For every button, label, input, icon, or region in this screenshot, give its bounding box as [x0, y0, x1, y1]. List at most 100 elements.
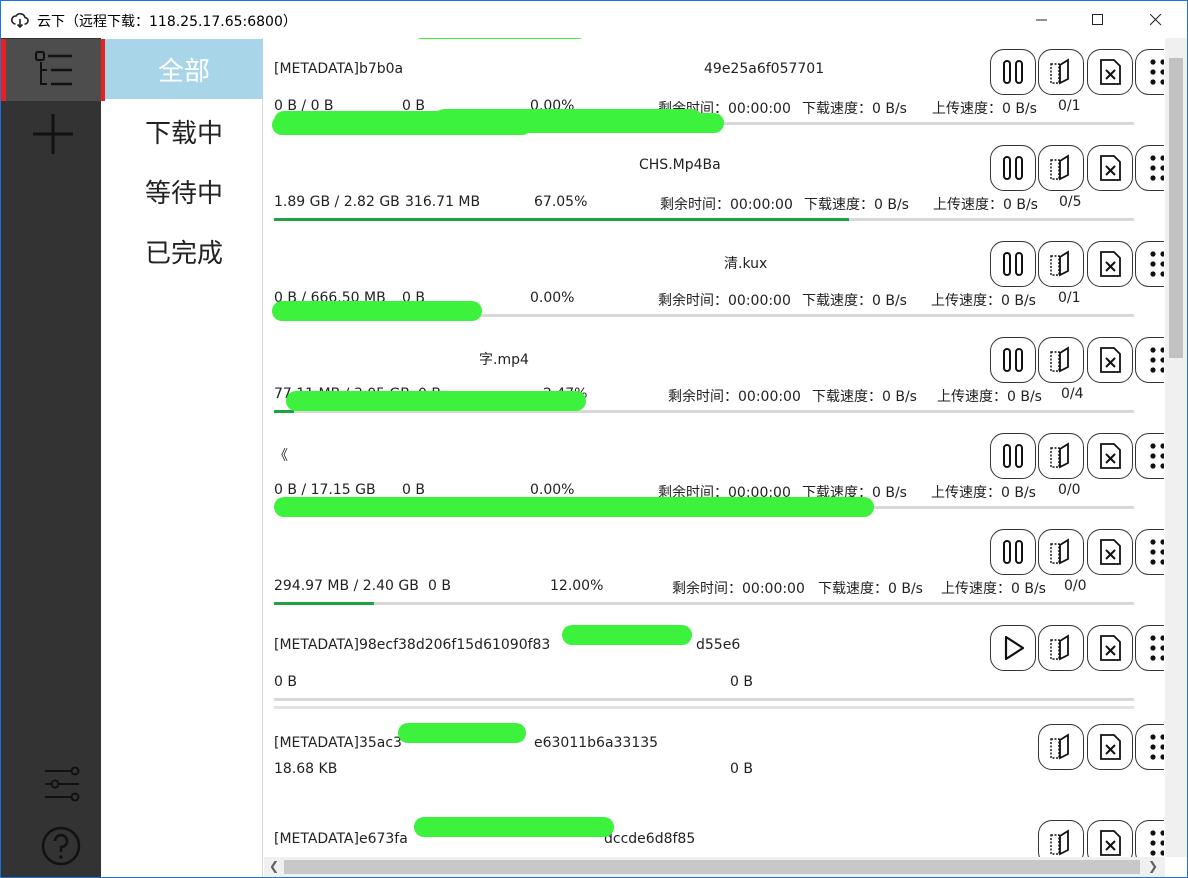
nav-completed[interactable]: 已完成 — [105, 221, 263, 281]
maximize-button[interactable] — [1075, 1, 1121, 38]
task-row[interactable]: [METADATA]35ac3 e63011b6a33135 18.68 KB 0 B — [264, 706, 1164, 814]
more-icon — [1150, 59, 1164, 85]
more-button[interactable] — [1135, 145, 1164, 191]
pause-button[interactable] — [990, 337, 1036, 383]
files-button[interactable] — [1038, 145, 1084, 191]
redaction-mark — [412, 38, 588, 39]
pause-button[interactable] — [990, 49, 1036, 95]
nav-waiting[interactable]: 等待中 — [105, 161, 263, 221]
pause-button[interactable] — [990, 433, 1036, 479]
close-button[interactable] — [1133, 1, 1179, 38]
task-speed: 0 B — [402, 482, 425, 498]
delete-button[interactable] — [1087, 625, 1133, 671]
minimize-button[interactable] — [1019, 1, 1065, 38]
redaction-mark — [274, 111, 524, 131]
help-button[interactable] — [39, 824, 83, 868]
nav-all[interactable]: 全部 — [105, 39, 263, 99]
files-button[interactable] — [1038, 337, 1084, 383]
redaction-mark — [398, 723, 526, 743]
task-row[interactable]: [METADATA]98ecf38d206f15d61090f83 d55e6 0 … — [264, 614, 1164, 710]
more-button[interactable] — [1135, 625, 1164, 671]
close-icon — [1150, 13, 1162, 25]
files-button[interactable] — [1038, 49, 1084, 95]
add-task-button[interactable] — [29, 110, 77, 158]
settings-button[interactable] — [39, 762, 83, 806]
scroll-left-arrow-icon[interactable]: ❮ — [269, 859, 279, 873]
vertical-scrollbar[interactable] — [1165, 38, 1187, 857]
pause-button[interactable] — [990, 529, 1036, 575]
files-button[interactable] — [1038, 820, 1084, 857]
files-button[interactable] — [1038, 433, 1084, 479]
delete-button[interactable] — [1087, 433, 1133, 479]
task-upload-speed: 上传速度：0 B/s — [941, 581, 1046, 597]
start-button[interactable] — [990, 625, 1036, 671]
files-button[interactable] — [1038, 241, 1084, 287]
nav-downloading[interactable]: 下载中 — [105, 101, 263, 161]
more-button[interactable] — [1135, 433, 1164, 479]
more-button[interactable] — [1135, 241, 1164, 287]
task-size: 0 B / 17.15 GB — [274, 482, 376, 498]
pause-button[interactable] — [990, 145, 1036, 191]
task-row[interactable]: [METADATA]e673fa dccde6d8f85 — [264, 814, 1164, 857]
scroll-right-arrow-icon[interactable]: ❯ — [1148, 859, 1158, 873]
pause-button[interactable] — [990, 241, 1036, 287]
delete-file-icon — [1100, 539, 1121, 565]
files-icon — [1050, 250, 1069, 277]
delete-button[interactable] — [1087, 724, 1133, 770]
task-percent: 0.00% — [530, 290, 575, 306]
task-speed: 0 B — [730, 674, 753, 690]
vertical-scroll-thumb[interactable] — [1169, 58, 1183, 358]
horizontal-scrollbar[interactable]: ❮ ❯ — [264, 857, 1165, 877]
files-icon — [1050, 154, 1069, 181]
delete-button[interactable] — [1087, 49, 1133, 95]
task-remaining: 剩余时间：00:00:00 — [668, 389, 801, 405]
delete-file-icon — [1100, 347, 1121, 373]
task-size: 294.97 MB / 2.40 GB — [274, 578, 419, 594]
files-icon — [1050, 634, 1069, 661]
delete-button[interactable] — [1087, 241, 1133, 287]
delete-button[interactable] — [1087, 820, 1133, 857]
delete-button[interactable] — [1087, 145, 1133, 191]
delete-file-icon — [1100, 443, 1121, 469]
more-button[interactable] — [1135, 337, 1164, 383]
progress-fill — [274, 218, 849, 221]
task-remaining: 剩余时间：00:00:00 — [660, 197, 793, 213]
task-row[interactable]: 294.97 MB / 2.40 GB 0 B 12.00% 剩余时间：00:00:0… — [264, 497, 1164, 614]
files-icon — [1050, 538, 1069, 565]
more-icon — [1150, 251, 1164, 277]
files-icon — [1050, 829, 1069, 856]
delete-button[interactable] — [1087, 529, 1133, 575]
task-connections: 0/0 — [1064, 578, 1087, 594]
redaction-mark — [274, 497, 874, 517]
files-button[interactable] — [1038, 625, 1084, 671]
progress-fill — [274, 410, 294, 413]
files-icon — [1050, 733, 1069, 760]
files-button[interactable] — [1038, 529, 1084, 575]
more-button[interactable] — [1135, 529, 1164, 575]
delete-file-icon — [1100, 59, 1121, 85]
more-button[interactable] — [1135, 724, 1164, 770]
task-speed: 316.71 MB — [405, 194, 481, 210]
task-name: [METADATA]98ecf38d206f15d61090f83 — [274, 637, 551, 653]
delete-file-icon — [1100, 155, 1121, 181]
task-download-speed: 下载速度：0 B/s — [818, 581, 923, 597]
delete-button[interactable] — [1087, 337, 1133, 383]
horizontal-scroll-thumb[interactable] — [284, 860, 1140, 874]
more-icon — [1150, 155, 1164, 181]
files-button[interactable] — [1038, 724, 1084, 770]
progress-fill — [274, 602, 374, 605]
task-name-suffix: 字.mp4 — [479, 352, 529, 368]
task-name-suffix: e63011b6a33135 — [534, 735, 659, 751]
task-percent: 12.00% — [550, 578, 604, 594]
task-name-suffix: d55e6 — [696, 637, 741, 653]
progress-bar — [274, 698, 1134, 701]
title-bar: 云下（远程下载：118.25.17.65:6800） — [1, 1, 1187, 38]
more-button[interactable] — [1135, 49, 1164, 95]
task-name: [METADATA]35ac3 — [274, 735, 402, 751]
more-button[interactable] — [1135, 820, 1164, 857]
task-name: [METADATA]e673fa — [274, 831, 408, 847]
task-percent: 67.05% — [534, 194, 588, 210]
task-row[interactable]: CHS.Mp4Ba 1.89 GB / 2.82 GB 316.71 MB 67.05… — [264, 109, 1164, 230]
pause-icon — [1003, 156, 1023, 180]
task-list-button[interactable] — [1, 39, 105, 101]
